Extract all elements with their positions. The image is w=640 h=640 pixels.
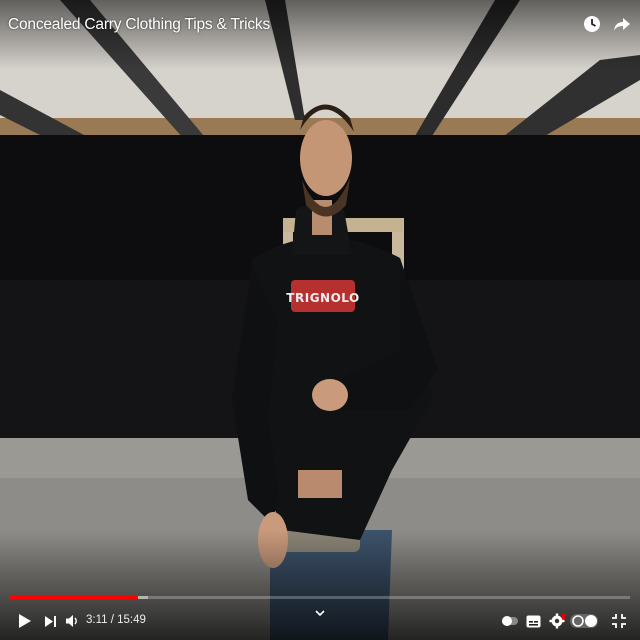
fullscreen-icon[interactable] xyxy=(608,610,630,632)
autoplay-toggle-icon[interactable] xyxy=(500,610,520,632)
volume-icon[interactable] xyxy=(62,610,82,632)
top-actions xyxy=(582,14,632,34)
shirt-logo-text: TRIGNOLO xyxy=(286,291,359,305)
subtitles-icon[interactable] xyxy=(524,610,542,632)
video-player[interactable]: TRIGNOLO Concealed Carry Clothing Tips &… xyxy=(0,0,640,640)
time-display: 3:11 / 15:49 xyxy=(86,614,146,626)
video-title[interactable]: Concealed Carry Clothing Tips & Tricks xyxy=(8,16,270,34)
progress-played xyxy=(10,596,138,599)
time-separator: / xyxy=(110,614,114,626)
chevron-down-icon[interactable] xyxy=(315,608,325,620)
gear-icon[interactable] xyxy=(548,610,566,632)
share-arrow-icon[interactable] xyxy=(612,14,632,34)
time-total: 15:49 xyxy=(117,614,146,626)
play-icon[interactable] xyxy=(14,610,36,632)
next-icon[interactable] xyxy=(40,610,60,632)
miniplayer-toggle-icon[interactable] xyxy=(568,610,600,632)
progress-bar[interactable] xyxy=(10,596,630,599)
top-gradient xyxy=(0,0,640,70)
time-current: 3:11 xyxy=(86,614,108,626)
clock-icon[interactable] xyxy=(582,14,602,34)
